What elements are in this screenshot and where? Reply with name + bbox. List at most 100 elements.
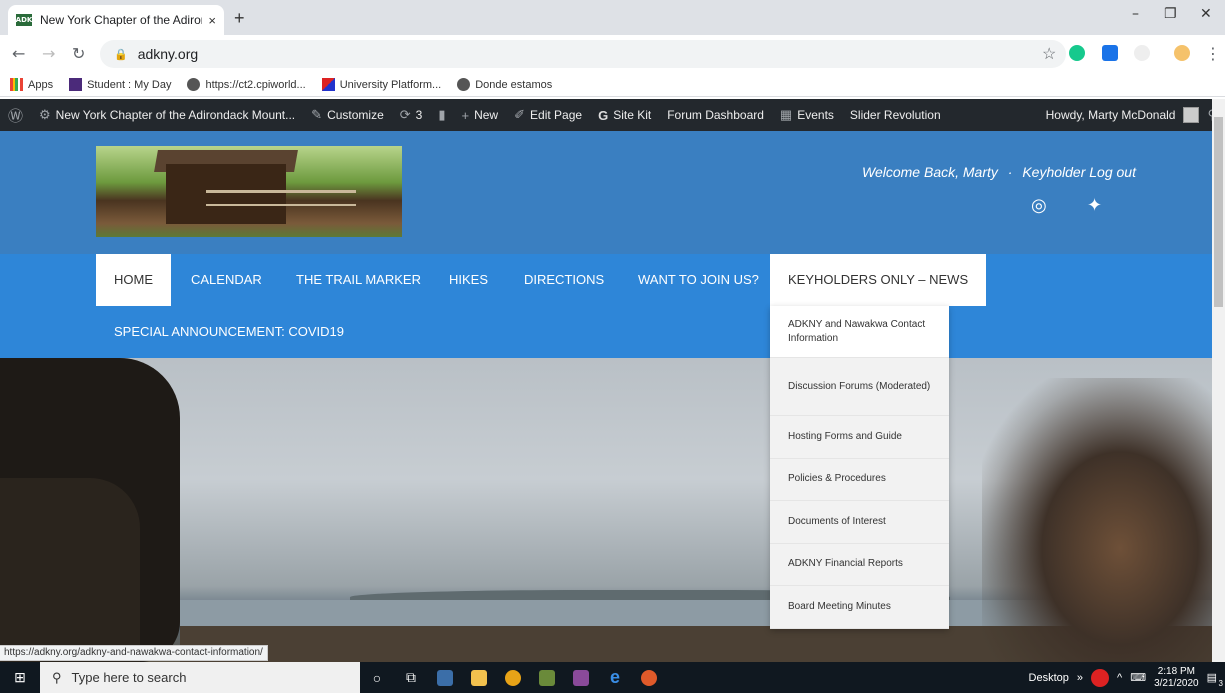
nav-calendar[interactable]: CALENDAR (191, 254, 262, 306)
nav-special-announcement[interactable]: SPECIAL ANNOUNCEMENT: COVID19 (114, 324, 344, 339)
taskbar-search[interactable]: ⚲ Type here to search (40, 662, 360, 693)
bookmark-ct2[interactable]: https://ct2.cpiworld... (187, 78, 306, 91)
nav-hikes[interactable]: HIKES (449, 254, 488, 306)
keyholders-dropdown: ADKNY and Nawakwa Contact Information Di… (770, 306, 949, 629)
admin-comments[interactable]: ▮ (430, 99, 453, 131)
profile-avatar[interactable] (1174, 45, 1190, 61)
site-logo[interactable] (96, 146, 402, 237)
taskbar-app-1-icon[interactable] (428, 662, 462, 693)
address-bar[interactable]: 🔒 adkny.org (100, 40, 1066, 68)
updates-count: 3 (415, 108, 423, 122)
admin-site-name[interactable]: ⚙ New York Chapter of the Adirondack Moun… (31, 99, 303, 131)
bookmark-apps[interactable]: Apps (10, 78, 53, 91)
clock-time: 2:18 PM (1157, 665, 1195, 677)
admin-customize[interactable]: ✎ Customize (303, 99, 392, 131)
new-tab-button[interactable]: + (234, 8, 245, 29)
extension-s-icon[interactable] (1102, 45, 1118, 61)
wp-admin-bar: Ⓦ ⚙ New York Chapter of the Adirondack Mo… (0, 99, 1225, 131)
nav-join[interactable]: WANT TO JOIN US? (638, 254, 759, 306)
keyboard-icon[interactable]: ⌨ (1130, 671, 1146, 684)
tray-alert-icon[interactable] (1091, 668, 1110, 687)
chrome-icon[interactable] (496, 662, 530, 693)
bookmarks-bar: Apps Student : My Day https://ct2.cpiwor… (0, 73, 1225, 97)
welcome-text: Welcome Back, Marty (862, 164, 998, 180)
site-name-text: New York Chapter of the Adirondack Mount… (55, 108, 296, 122)
grammarly-extension-icon[interactable] (1069, 45, 1085, 61)
plus-icon: + (461, 107, 470, 123)
clock[interactable]: 2:18 PM 3/21/2020 (1154, 666, 1199, 690)
logo-cabin (166, 164, 286, 224)
nav-keyholders-news[interactable]: KEYHOLDERS ONLY – NEWS (770, 254, 987, 306)
site-kit-label: Site Kit (613, 108, 652, 122)
logo-rail (206, 190, 356, 193)
dropdown-item-financial-reports[interactable]: ADKNY Financial Reports (770, 543, 949, 586)
windows-taskbar: ⊞ ⚲ Type here to search ○ ⧉ e Desktop » … (0, 662, 1225, 693)
admin-events[interactable]: ▦ Events (772, 99, 842, 131)
close-window-icon[interactable]: ✕ (1200, 6, 1212, 22)
dropdown-item-documents[interactable]: Documents of Interest (770, 501, 949, 544)
admin-account[interactable]: Howdy, Marty McDonald ⚲ (1046, 99, 1217, 131)
minimize-icon[interactable]: – (1132, 6, 1139, 22)
nav-directions[interactable]: DIRECTIONS (524, 254, 604, 306)
system-tray: Desktop » ^ ⌨ 2:18 PM 3/21/2020 ▤ 3 (1029, 662, 1225, 693)
wordpress-logo-icon[interactable]: Ⓦ (0, 99, 31, 131)
reload-icon[interactable]: ↻ (72, 44, 85, 63)
bookmark-student-my-day[interactable]: Student : My Day (69, 78, 171, 91)
chrome-canary-icon[interactable] (632, 662, 666, 693)
notifications-icon[interactable]: ▤ 3 (1207, 671, 1223, 688)
browser-tab[interactable]: ADK New York Chapter of the Adironc × (8, 5, 224, 35)
twitter-icon[interactable]: ✦ (1087, 195, 1102, 216)
scrollbar-thumb[interactable] (1214, 117, 1223, 307)
page-scrollbar[interactable] (1212, 99, 1225, 662)
admin-site-kit[interactable]: G Site Kit (590, 99, 659, 131)
bookmark-donde-estamos[interactable]: Donde estamos (457, 78, 552, 91)
nav-trail-marker[interactable]: THE TRAIL MARKER (296, 254, 421, 306)
dropdown-item-policies[interactable]: Policies & Procedures (770, 458, 949, 501)
nav-home[interactable]: HOME (96, 254, 171, 306)
hero-rock-lower (0, 478, 140, 662)
admin-slider-revolution[interactable]: Slider Revolution (842, 99, 949, 131)
task-view-icon[interactable]: ⧉ (394, 662, 428, 693)
howdy-text: Howdy, Marty McDonald (1045, 108, 1176, 122)
bookmark-label: Student : My Day (87, 78, 172, 91)
admin-forum-dashboard[interactable]: Forum Dashboard (659, 99, 772, 131)
bookmark-star-icon[interactable]: ☆ (1042, 44, 1056, 64)
admin-new[interactable]: + New (454, 99, 507, 131)
tab-close-icon[interactable]: × (208, 13, 216, 28)
dropdown-item-hosting-forms[interactable]: Hosting Forms and Guide (770, 416, 949, 459)
keyholder-logout-link[interactable]: Keyholder Log out (1022, 164, 1136, 180)
accessibility-extension-icon[interactable] (1134, 45, 1150, 61)
welcome-message: Welcome Back, Marty · Keyholder Log out (862, 164, 1136, 180)
bookmark-university-platform[interactable]: University Platform... (321, 78, 441, 91)
edit-page-label: Edit Page (530, 108, 583, 122)
chevron-right-icon[interactable]: » (1077, 672, 1083, 684)
status-url: https://adkny.org/adkny-and-nawakwa-cont… (0, 645, 268, 661)
dropdown-item-board-minutes[interactable]: Board Meeting Minutes (770, 586, 949, 629)
bookmark-label: https://ct2.cpiworld... (205, 78, 306, 91)
slider-revolution-label: Slider Revolution (849, 108, 941, 122)
restore-icon[interactable]: ❐ (1164, 6, 1177, 22)
student-icon (69, 78, 83, 91)
dropdown-item-contact-information[interactable]: ADKNY and Nawakwa Contact Information (770, 306, 949, 358)
back-icon[interactable]: ← (12, 44, 25, 63)
windows-start-icon[interactable]: ⊞ (0, 662, 40, 693)
admin-edit-page[interactable]: ✐ Edit Page (506, 99, 590, 131)
new-label: New (474, 108, 499, 122)
minecraft-icon[interactable] (530, 662, 564, 693)
desktop-toolbar-label[interactable]: Desktop (1029, 672, 1069, 684)
dropdown-item-discussion-forums[interactable]: Discussion Forums (Moderated) (770, 358, 949, 416)
taskbar-app-2-icon[interactable] (564, 662, 598, 693)
pencil-icon: ✐ (514, 107, 526, 122)
tray-expand-icon[interactable]: ^ (1117, 672, 1122, 684)
user-avatar (1183, 107, 1200, 123)
menu-kebab-icon[interactable]: ⋮ (1205, 44, 1221, 63)
events-label: Events (797, 108, 834, 122)
admin-updates[interactable]: ⟳ 3 (392, 99, 431, 131)
site-favicon-icon: ADK (15, 14, 33, 26)
edge-icon[interactable]: e (598, 662, 632, 693)
instagram-icon[interactable]: ◎ (1031, 195, 1047, 216)
file-explorer-icon[interactable] (462, 662, 496, 693)
forward-icon[interactable]: → (42, 44, 55, 63)
cortana-icon[interactable]: ○ (360, 662, 394, 693)
browser-tabstrip: ADK New York Chapter of the Adironc × + … (0, 0, 1225, 35)
